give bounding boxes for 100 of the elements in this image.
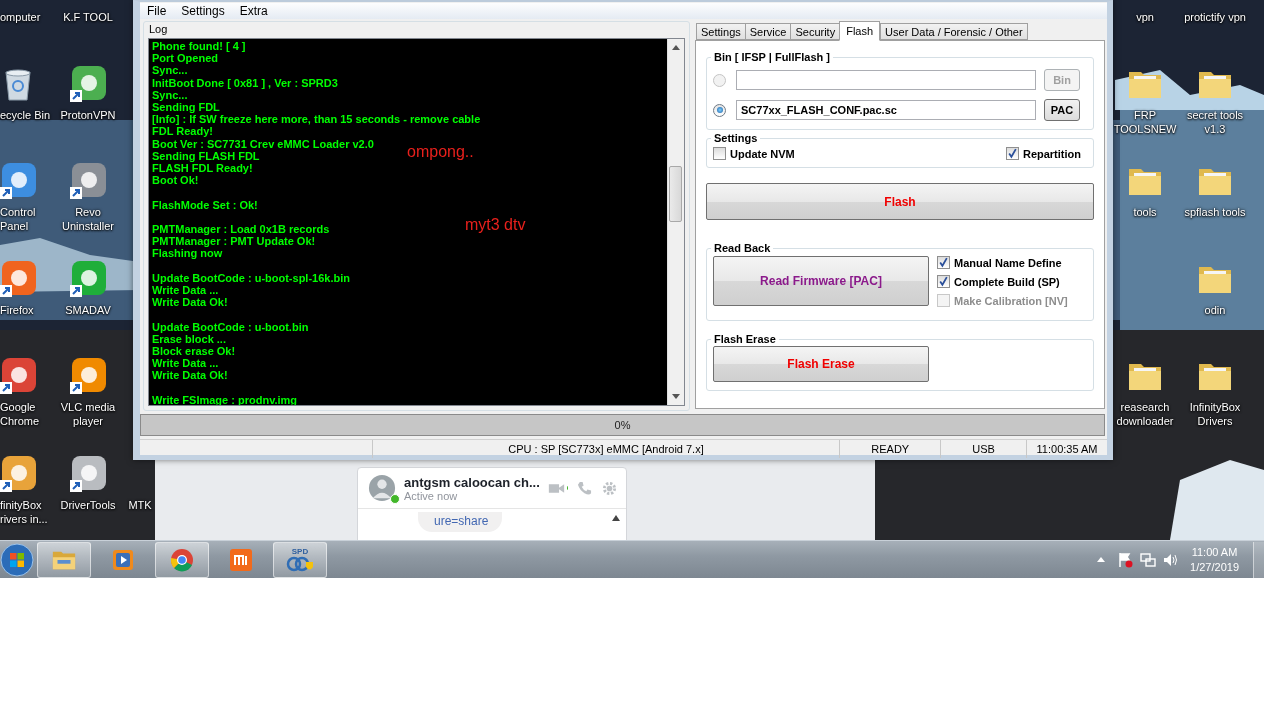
- icon-label[interactable]: ecycle Bin: [0, 107, 51, 122]
- icon-label[interactable]: MTK: [128, 497, 152, 512]
- log-line: Sending FDL: [152, 101, 220, 114]
- tab[interactable]: Service: [744, 23, 791, 40]
- log-line: FDL Ready!: [152, 125, 213, 138]
- checkbox[interactable]: [937, 275, 950, 288]
- status-text: READY: [840, 440, 942, 458]
- log-line: Write Data Ok!: [152, 369, 228, 382]
- status-text: USB: [941, 440, 1028, 458]
- log-line: Boot Ok!: [152, 174, 199, 187]
- start-button[interactable]: [0, 542, 34, 577]
- app-icon[interactable]: [68, 161, 108, 201]
- log-line: FlashMode Set : Ok!: [152, 198, 258, 211]
- rings-icon: [286, 556, 314, 572]
- app-icon[interactable]: [0, 161, 38, 201]
- log-line: Update BootCode : u-boot.bin: [152, 320, 309, 333]
- icon-label[interactable]: FRP TOOLSNEW: [1113, 107, 1177, 136]
- chat-title[interactable]: antgsm caloocan ch...: [404, 474, 540, 490]
- checkbox[interactable]: [1005, 147, 1019, 160]
- app-icon[interactable]: [68, 453, 108, 494]
- scrollbar-thumb[interactable]: [669, 166, 682, 222]
- tile-logo-icon: [228, 547, 254, 572]
- icon-label[interactable]: protictify vpn: [1184, 10, 1246, 24]
- icon-label[interactable]: secret tools v1.3: [1178, 107, 1252, 136]
- icon-label[interactable]: finityBox rivers in...: [0, 497, 54, 526]
- icon-label[interactable]: ProtonVPN: [60, 107, 116, 122]
- checkbox-label[interactable]: Update NVM: [730, 147, 795, 160]
- tab[interactable]: Flash: [839, 21, 881, 41]
- icon-label[interactable]: VLC media player: [56, 400, 120, 428]
- log-line: Write Data ...: [152, 284, 219, 297]
- icon-label[interactable]: vpn: [1136, 10, 1154, 24]
- message-bubble: ure=share: [418, 512, 503, 532]
- app-icon[interactable]: [0, 356, 38, 396]
- icon-label[interactable]: odin: [1204, 302, 1226, 317]
- taskbar-button[interactable]: [155, 541, 209, 578]
- log-line: FLASH FDL Ready!: [152, 162, 253, 175]
- icon-label[interactable]: reasearch downloader: [1114, 400, 1176, 428]
- icon-label[interactable]: InfinityBox Drivers: [1178, 400, 1252, 428]
- taskbar-button[interactable]: [37, 541, 91, 578]
- group-title: Settings: [713, 132, 759, 144]
- scroll-down-icon[interactable]: [672, 394, 680, 399]
- log-line: [Info] : If SW freeze here more, than 15 seconds - remove cable: [152, 113, 481, 126]
- browse-button[interactable]: PAC: [1044, 99, 1080, 121]
- app-icon[interactable]: [68, 63, 108, 104]
- network-icon[interactable]: [1140, 551, 1157, 568]
- icon-label[interactable]: Google Chrome: [0, 400, 54, 428]
- tab[interactable]: Settings: [696, 23, 745, 40]
- checkbox-label[interactable]: Manual Name Define: [954, 256, 1062, 269]
- icon-label[interactable]: DriverTools: [60, 497, 116, 512]
- log-line: Sending FLASH FDL: [152, 149, 260, 163]
- app-icon[interactable]: [68, 356, 108, 396]
- taskbar-button[interactable]: SPD: [273, 541, 327, 578]
- log-line: Write Data Ok!: [152, 296, 228, 309]
- radio-button[interactable]: [713, 103, 726, 117]
- file-path-field[interactable]: SC77xx_FLASH_CONF.pac.sc: [736, 100, 1036, 120]
- icon-label[interactable]: Control Panel: [0, 205, 54, 233]
- chat-status: Active now: [404, 489, 459, 502]
- checkbox[interactable]: [937, 256, 950, 269]
- icon-label[interactable]: Firefox: [0, 302, 34, 317]
- icon-label[interactable]: Revo Uninstaller: [56, 205, 120, 233]
- file-path-field[interactable]: [736, 70, 1036, 90]
- log-line: Erase block ...: [152, 332, 226, 345]
- icon-label[interactable]: tools: [1133, 205, 1157, 219]
- show-desktop-button[interactable]: [1253, 541, 1264, 578]
- checkbox-label[interactable]: Complete Build (SP): [954, 275, 1060, 288]
- scroll-up-icon[interactable]: [612, 515, 620, 521]
- scrollbar[interactable]: [667, 39, 684, 405]
- log-line: Write Data ...: [152, 357, 219, 370]
- scroll-up-icon[interactable]: [672, 45, 680, 50]
- app-icon[interactable]: [0, 258, 38, 299]
- log-line: Update BootCode : u-boot-spl-16k.bin: [152, 271, 350, 284]
- tab[interactable]: User Data / Forensic / Other: [880, 23, 1028, 40]
- log-line: Flashing now: [152, 247, 223, 260]
- icon-label[interactable]: spflash tools: [1184, 205, 1246, 219]
- flash-button[interactable]: Flash: [706, 183, 1094, 220]
- icon-label[interactable]: omputer: [0, 10, 41, 24]
- flash-erase-button[interactable]: Flash Erase: [713, 346, 929, 382]
- status-text: 11:00:35 AM: [1035, 442, 1099, 457]
- menu-item[interactable]: Settings: [176, 4, 230, 18]
- checkbox-label[interactable]: Repartition: [1022, 147, 1081, 160]
- menu-item[interactable]: File: [142, 4, 172, 18]
- log-line: Port Opened: [152, 52, 218, 65]
- log-line: Sync...: [152, 88, 188, 101]
- flag-icon[interactable]: [1117, 551, 1134, 568]
- log-line: Block erase Ok!: [152, 345, 236, 358]
- show-hidden-icons-button[interactable]: [1097, 557, 1106, 562]
- group-title: Flash Erase: [713, 333, 777, 345]
- annotation-text: ompong..: [407, 143, 474, 161]
- checkbox[interactable]: [713, 147, 726, 160]
- icon-label[interactable]: SMADAV: [65, 302, 111, 317]
- status-text: CPU : SP [SC773x] eMMC [Android 7.x]: [372, 440, 841, 458]
- progress-text: 0%: [614, 419, 631, 431]
- app-icon[interactable]: [68, 258, 108, 299]
- read-firmware-button[interactable]: Read Firmware [PAC]: [713, 256, 929, 306]
- tab[interactable]: Security: [790, 23, 840, 40]
- menu-item[interactable]: Extra: [234, 4, 273, 18]
- icon-label[interactable]: K.F TOOL: [63, 10, 113, 24]
- log-line: Boot Ver : SC7731 Crev eMMC Loader v2.0: [152, 137, 374, 150]
- annotation-text: myt3 dtv: [465, 216, 526, 234]
- app-icon[interactable]: [0, 453, 38, 494]
